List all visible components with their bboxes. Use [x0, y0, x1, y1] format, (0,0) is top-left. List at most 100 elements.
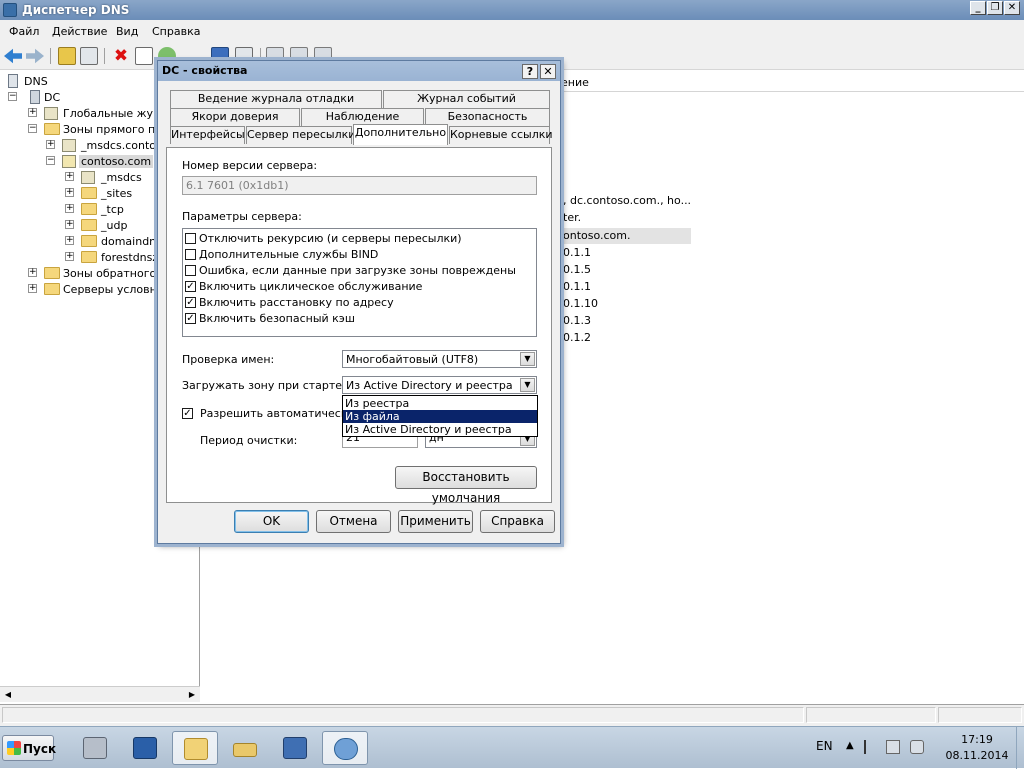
checkbox-unchecked[interactable] — [185, 249, 196, 260]
volume-icon[interactable] — [910, 740, 924, 754]
expand-toggle[interactable]: + — [28, 108, 37, 117]
collapse-toggle[interactable]: − — [8, 92, 17, 101]
taskbar-dns-manager[interactable] — [322, 731, 368, 765]
tab-debug-logging[interactable]: Ведение журнала отладки — [170, 90, 382, 108]
load-zone-dropdown-list: Из реестра Из файла Из Active Directory … — [342, 395, 538, 437]
forward-icon[interactable] — [26, 48, 44, 64]
scroll-right-icon[interactable]: ▶ — [186, 689, 198, 701]
menu-view[interactable]: Вид — [116, 25, 138, 38]
properties-icon[interactable] — [135, 47, 153, 65]
tab-advanced[interactable]: Дополнительно — [353, 124, 448, 145]
load-zone-label: Загружать зону при старте: — [182, 379, 346, 392]
folder-icon — [81, 235, 97, 247]
chevron-down-icon[interactable]: ▼ — [520, 378, 535, 392]
minimize-button[interactable]: _ — [970, 1, 986, 15]
list-cell[interactable]: 0.1.1 — [563, 280, 591, 293]
action-center-icon[interactable] — [864, 740, 878, 754]
chevron-down-icon[interactable]: ▼ — [520, 352, 535, 366]
zone-icon — [62, 155, 76, 168]
dialog-close-button[interactable]: ✕ — [540, 64, 556, 79]
taskbar-explorer[interactable] — [172, 731, 218, 765]
back-icon[interactable] — [4, 48, 22, 64]
list-cell[interactable]: ter. — [563, 211, 581, 224]
menu-file[interactable]: Файл — [9, 25, 39, 38]
tab-event-log[interactable]: Журнал событий — [383, 90, 550, 108]
checkbox-checked[interactable]: ✓ — [185, 313, 196, 324]
clock-date[interactable]: 08.11.2014 — [942, 749, 1012, 762]
start-button[interactable]: Пуск — [2, 735, 56, 761]
cancel-button[interactable]: Отмена — [316, 510, 391, 533]
list-cell[interactable]: , dc.contoso.com., ho... — [563, 194, 691, 207]
dns-icon — [8, 74, 18, 88]
load-zone-option-file[interactable]: Из файла — [343, 410, 537, 423]
folder-icon — [44, 283, 60, 295]
expand-toggle[interactable]: + — [65, 236, 74, 245]
expand-toggle[interactable]: + — [65, 252, 74, 261]
expand-toggle[interactable]: + — [65, 204, 74, 213]
server-options-list: Отключить рекурсию (и серверы пересылки)… — [182, 228, 537, 337]
checkbox-checked[interactable]: ✓ — [185, 281, 196, 292]
taskbar-tools[interactable] — [222, 731, 268, 765]
list-cell[interactable]: 0.1.2 — [563, 331, 591, 344]
show-desktop-button[interactable] — [1016, 727, 1024, 769]
menu-action[interactable]: Действие — [52, 25, 107, 38]
network-icon[interactable] — [886, 740, 900, 754]
window-title: Диспетчер DNS — [22, 3, 130, 17]
load-zone-option-ad-registry[interactable]: Из Active Directory и реестра — [343, 423, 537, 436]
expand-toggle[interactable]: + — [65, 172, 74, 181]
auto-scavenge-label: Разрешить автоматическое — [200, 407, 361, 420]
show-tree-icon[interactable] — [80, 47, 98, 65]
checkbox-unchecked[interactable] — [185, 265, 196, 276]
maximize-button[interactable]: ❐ — [987, 1, 1003, 15]
expand-toggle[interactable]: + — [65, 220, 74, 229]
language-indicator[interactable]: EN — [816, 739, 833, 753]
list-cell[interactable]: 0.1.5 — [563, 263, 591, 276]
expand-toggle[interactable]: + — [65, 188, 74, 197]
dialog-help-button[interactable]: ? — [522, 64, 538, 79]
zone-icon — [62, 139, 76, 152]
checkbox-checked[interactable]: ✓ — [185, 297, 196, 308]
windows-logo-icon — [7, 741, 21, 755]
checkbox-unchecked[interactable] — [185, 233, 196, 244]
column-header-data[interactable]: ение — [561, 76, 589, 89]
tab-interfaces[interactable]: Интерфейсы — [170, 126, 245, 144]
help-button[interactable]: Справка — [480, 510, 555, 533]
zone-icon — [81, 171, 95, 184]
taskbar-server-manager[interactable] — [72, 731, 118, 765]
tab-forwarders[interactable]: Сервер пересылки — [246, 126, 355, 144]
checkbox-checked[interactable]: ✓ — [182, 408, 193, 419]
load-zone-combo[interactable]: Из Active Directory и реестра ▼ — [342, 376, 537, 394]
close-button[interactable]: ✕ — [1004, 1, 1020, 15]
status-bar — [0, 704, 1024, 726]
collapse-toggle[interactable]: − — [28, 124, 37, 133]
server-version-label: Номер версии сервера: — [182, 159, 318, 172]
name-check-combo[interactable]: Многобайтовый (UTF8) ▼ — [342, 350, 537, 368]
taskbar-remote-desktop[interactable] — [272, 731, 318, 765]
folder-icon — [44, 267, 60, 279]
collapse-toggle[interactable]: − — [46, 156, 55, 165]
tree-horizontal-scrollbar[interactable]: ◀ ▶ — [0, 686, 200, 702]
list-cell[interactable]: ontoso.com. — [563, 229, 631, 242]
scroll-left-icon[interactable]: ◀ — [2, 689, 14, 701]
list-cell[interactable]: 0.1.1 — [563, 246, 591, 259]
list-cell[interactable]: 0.1.3 — [563, 314, 591, 327]
ok-button[interactable]: OK — [234, 510, 309, 533]
tab-root-hints[interactable]: Корневые ссылки — [449, 126, 553, 144]
clock-time[interactable]: 17:19 — [942, 733, 1012, 746]
show-hidden-icons-icon[interactable]: ▲ — [846, 740, 860, 754]
delete-icon[interactable]: ✖ — [112, 47, 130, 65]
folder-icon — [184, 738, 208, 760]
tools-icon — [233, 743, 257, 757]
apply-button[interactable]: Применить — [398, 510, 473, 533]
expand-toggle[interactable]: + — [28, 284, 37, 293]
expand-toggle[interactable]: + — [46, 140, 55, 149]
menu-help[interactable]: Справка — [152, 25, 200, 38]
up-folder-icon[interactable] — [58, 47, 76, 65]
name-check-label: Проверка имен: — [182, 353, 275, 366]
expand-toggle[interactable]: + — [28, 268, 37, 277]
load-zone-option-registry[interactable]: Из реестра — [343, 397, 537, 410]
taskbar-powershell[interactable] — [122, 731, 168, 765]
list-cell[interactable]: 0.1.10 — [563, 297, 598, 310]
tab-trust-anchors[interactable]: Якори доверия — [170, 108, 300, 126]
restore-defaults-button[interactable]: Восстановить умолчания — [395, 466, 537, 505]
